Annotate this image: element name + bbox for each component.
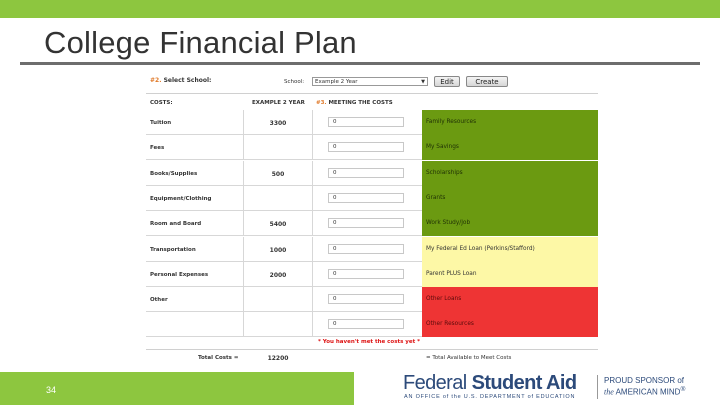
cost-label: Fees bbox=[150, 145, 165, 152]
create-button[interactable]: Create bbox=[466, 76, 508, 87]
select-school-label: Select School: bbox=[163, 77, 212, 84]
column-divider bbox=[312, 185, 313, 211]
logo-word-student-aid: Student Aid bbox=[471, 372, 577, 394]
table-row: Books/Supplies 500 0 Scholarships bbox=[146, 160, 598, 186]
select-school-row: #2. Select School: School: Example 2 Yea… bbox=[146, 72, 598, 94]
resource-label: Parent PLUS Loan bbox=[422, 261, 598, 287]
cost-label: Room and Board bbox=[150, 221, 202, 228]
table-row: Tuition 3300 0 Family Resources bbox=[146, 110, 598, 135]
sponsor-tagline: PROUD SPONSOR of the AMERICAN MIND® bbox=[604, 376, 685, 397]
sponsor-line-1: PROUD SPONSOR of bbox=[604, 376, 685, 385]
resource-label: Grants bbox=[422, 185, 598, 211]
cost-label: Equipment/Clothing bbox=[150, 195, 212, 202]
column-divider bbox=[312, 287, 313, 313]
school-dropdown-value: Example 2 Year bbox=[315, 79, 358, 85]
cost-value: 1000 bbox=[269, 246, 287, 254]
slide-title: College Financial Plan bbox=[44, 25, 357, 60]
resource-amount-input[interactable]: 0 bbox=[328, 142, 404, 153]
cost-label: Tuition bbox=[150, 120, 172, 126]
costs-not-met-warning: * You haven't met the costs yet * bbox=[318, 339, 421, 345]
resource-label: My Savings bbox=[422, 135, 598, 161]
financial-plan-calculator: #2. Select School: School: Example 2 Yea… bbox=[146, 72, 598, 368]
step-number: #3. bbox=[316, 100, 327, 106]
table-row: 0 Other Resources bbox=[146, 312, 598, 338]
table-row: Personal Expenses 2000 0 Parent PLUS Loan bbox=[146, 261, 598, 287]
resource-amount-input[interactable]: 0 bbox=[328, 167, 404, 178]
costs-header: COSTS: bbox=[150, 100, 173, 106]
resource-label: Family Resources bbox=[422, 110, 598, 135]
cost-value: 3300 bbox=[269, 120, 287, 127]
table-row: Other 0 Other Loans bbox=[146, 287, 598, 313]
table-row: Fees 0 My Savings bbox=[146, 135, 598, 161]
cost-value: 5400 bbox=[269, 221, 287, 229]
meeting-costs-label: MEETING THE COSTS bbox=[328, 100, 393, 106]
page-number: 34 bbox=[46, 385, 57, 395]
logo-subtitle: AN OFFICE of the U.S. DEPARTMENT of EDUC… bbox=[404, 394, 576, 400]
column-divider bbox=[312, 211, 313, 237]
cost-label: Other bbox=[150, 297, 168, 304]
resource-amount-input[interactable]: 0 bbox=[328, 268, 404, 279]
column-divider bbox=[312, 312, 313, 338]
total-row: Total Costs = 12200 = Total Available to… bbox=[146, 349, 598, 365]
resource-label: Other Loans bbox=[422, 287, 598, 313]
sponsor-line-2: the AMERICAN MIND® bbox=[604, 385, 685, 397]
column-divider bbox=[243, 185, 244, 211]
resource-amount-input[interactable]: 0 bbox=[328, 218, 404, 229]
resource-label: Scholarships bbox=[422, 160, 598, 186]
resource-amount-input[interactable]: 0 bbox=[328, 117, 404, 127]
resource-label: Work Study/Job bbox=[422, 211, 598, 237]
table-row: Room and Board 5400 0 Work Study/Job bbox=[146, 211, 598, 237]
column-headers: COSTS: EXAMPLE 2 YEAR #3. MEETING THE CO… bbox=[146, 99, 598, 108]
table-row: Transportation 1000 0 My Federal Ed Loan (P… bbox=[146, 236, 598, 262]
column-divider bbox=[243, 287, 244, 313]
cost-label: Books/Supplies bbox=[150, 170, 198, 177]
resource-amount-input[interactable]: 0 bbox=[328, 243, 404, 254]
title-underline bbox=[20, 62, 700, 65]
chevron-down-icon: ▼ bbox=[421, 79, 425, 85]
resource-amount-input[interactable]: 0 bbox=[328, 294, 404, 305]
cost-label: Transportation bbox=[150, 246, 196, 253]
logo-word-federal: Federal bbox=[403, 372, 472, 394]
column-divider bbox=[312, 160, 313, 186]
top-accent-bar bbox=[0, 0, 720, 18]
logo-wordmark: Federal Student Aid bbox=[403, 372, 577, 395]
total-available-label: = Total Available to Meet Costs bbox=[426, 355, 512, 361]
registered-mark: ® bbox=[680, 386, 686, 393]
cost-value: 500 bbox=[271, 170, 285, 178]
total-costs-label: Total Costs = bbox=[198, 355, 239, 361]
school-header: EXAMPLE 2 YEAR bbox=[252, 100, 305, 106]
resource-label: My Federal Ed Loan (Perkins/Stafford) bbox=[422, 236, 598, 262]
school-dropdown[interactable]: Example 2 Year ▼ bbox=[312, 77, 428, 86]
step-number: #2. bbox=[150, 77, 162, 84]
column-divider bbox=[312, 110, 313, 135]
sponsor-line-2-prefix: the bbox=[604, 387, 614, 397]
column-divider bbox=[312, 135, 313, 161]
total-costs-value: 12200 bbox=[267, 355, 289, 362]
resource-label: Other Resources bbox=[422, 312, 598, 338]
column-divider bbox=[243, 312, 244, 338]
column-divider bbox=[243, 135, 244, 161]
meeting-costs-header: #3. MEETING THE COSTS bbox=[316, 100, 393, 106]
column-divider bbox=[312, 236, 313, 262]
sponsor-line-2-text: AMERICAN MIND bbox=[615, 387, 681, 397]
resource-amount-input[interactable]: 0 bbox=[328, 192, 404, 203]
table-row: Equipment/Clothing 0 Grants bbox=[146, 185, 598, 211]
school-field-label: School: bbox=[284, 79, 305, 85]
cost-label: Personal Expenses bbox=[150, 271, 209, 278]
edit-button[interactable]: Edit bbox=[434, 76, 460, 87]
select-school-heading: #2. Select School: bbox=[150, 77, 211, 84]
cost-value: 2000 bbox=[269, 271, 287, 279]
resource-amount-input[interactable]: 0 bbox=[328, 319, 404, 330]
column-divider bbox=[312, 261, 313, 287]
logo-divider bbox=[597, 375, 598, 399]
